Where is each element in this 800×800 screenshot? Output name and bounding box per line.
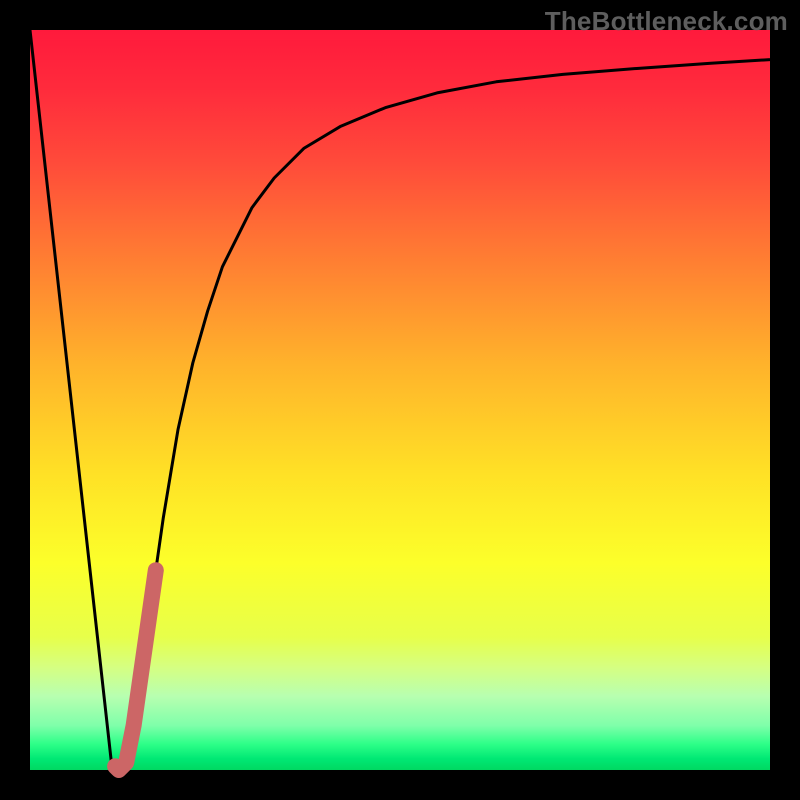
watermark-label: TheBottleneck.com <box>545 6 788 37</box>
bottleneck-chart: TheBottleneck.com <box>0 0 800 800</box>
chart-svg <box>0 0 800 800</box>
